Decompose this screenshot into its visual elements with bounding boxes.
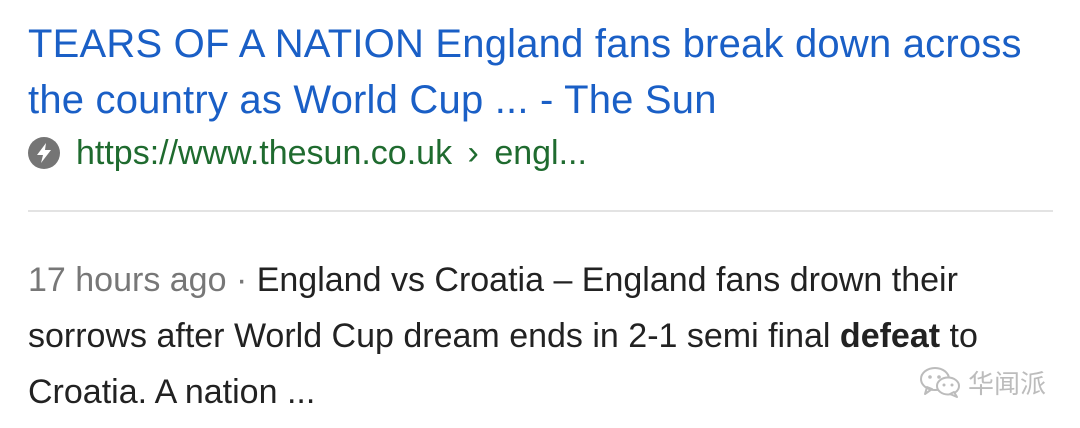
result-title-link[interactable]: TEARS OF A NATION England fans break dow… [28,16,1038,128]
date-separator: · [226,261,257,299]
divider [28,210,1053,212]
result-snippet: 17 hours ago · England vs Croatia – Engl… [28,252,1058,420]
result-date: 17 hours ago [28,261,227,299]
result-url-row[interactable]: https://www.thesun.co.uk › engl... [28,128,587,178]
search-result: TEARS OF A NATION England fans break dow… [0,0,1080,428]
watermark: 华闻派 [918,362,1046,402]
result-url-domain: https://www.thesun.co.uk [76,133,453,172]
wechat-icon [920,367,960,398]
snippet-highlight: defeat [839,317,941,355]
watermark-text: 华闻派 [968,369,1047,400]
breadcrumb-separator: › [467,133,479,172]
lightning-bolt-icon [28,137,60,169]
result-url-path: engl... [494,133,587,172]
result-url[interactable]: https://www.thesun.co.uk › engl... [76,134,587,173]
